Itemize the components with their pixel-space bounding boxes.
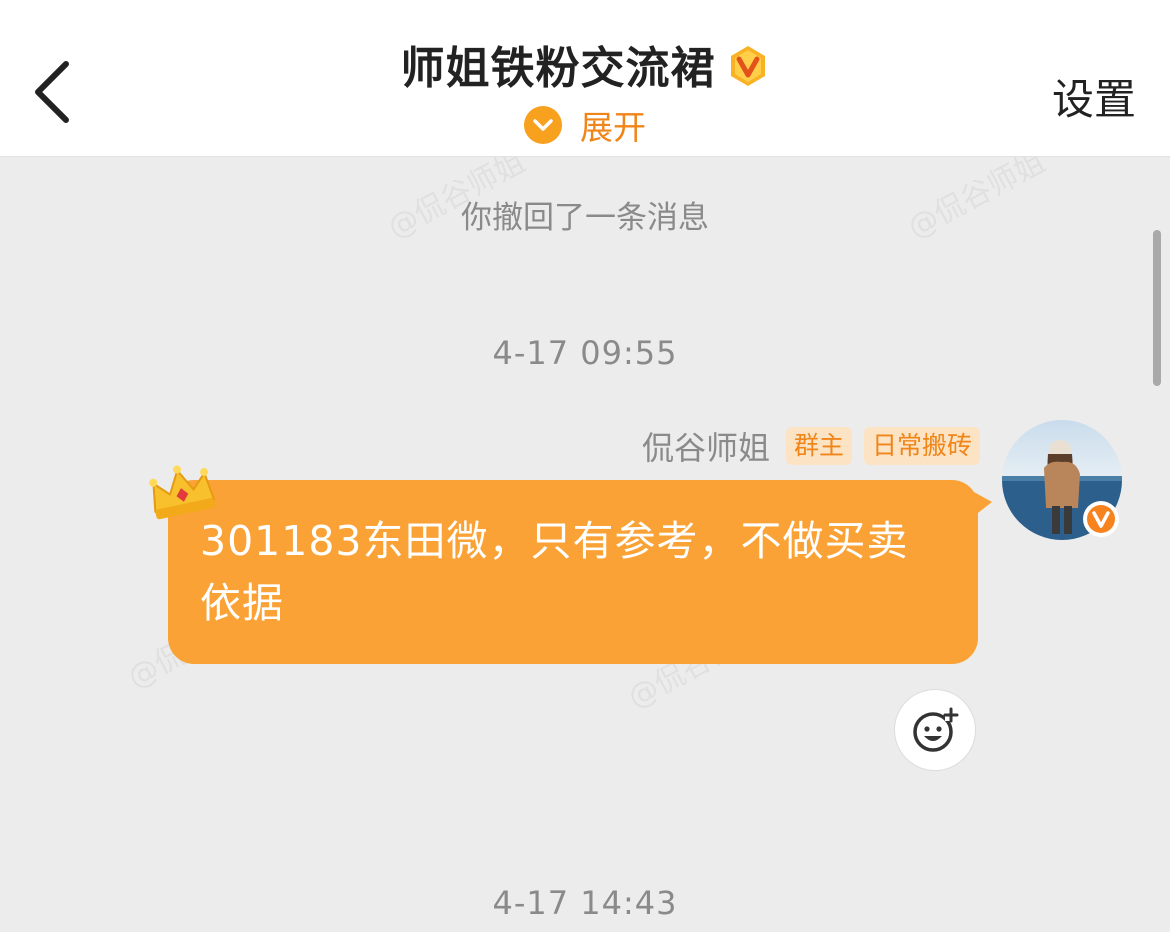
recall-notice: 你撤回了一条消息 (461, 200, 709, 236)
sender-info: 侃谷师姐 群主 日常搬砖 (642, 424, 980, 468)
expand-toggle[interactable]: 展开 (0, 100, 1170, 150)
add-reaction-button[interactable] (894, 689, 976, 771)
title-row: 师姐铁粉交流裙 (0, 34, 1170, 94)
message-bubble[interactable]: 301183东田微，只有参考，不做买卖依据 (168, 480, 978, 664)
verified-v-icon (1083, 501, 1119, 537)
page-title: 师姐铁粉交流裙 (400, 43, 716, 94)
timestamp: 4-17 09:55 (492, 334, 678, 372)
bubble-tail (974, 492, 992, 516)
chevron-down-icon (524, 106, 562, 144)
crown-icon (149, 465, 216, 520)
add-emoji-icon (913, 707, 959, 752)
vip-v-badge-icon (730, 46, 765, 86)
scrollbar[interactable] (1153, 230, 1161, 386)
settings-button[interactable]: 设置 (1052, 66, 1136, 127)
sender-name: 侃谷师姐 (641, 429, 770, 467)
expand-label: 展开 (580, 108, 646, 147)
chat-header: 师姐铁粉交流裙 展开 设置 (0, 0, 1170, 157)
role-tag-owner: 群主 (785, 427, 852, 465)
timestamp: 4-17 14:43 (492, 884, 678, 922)
message-bubble-wrap: 301183东田微，只有参考，不做买卖依据 (168, 480, 992, 664)
role-tag-title: 日常搬砖 (863, 427, 980, 465)
